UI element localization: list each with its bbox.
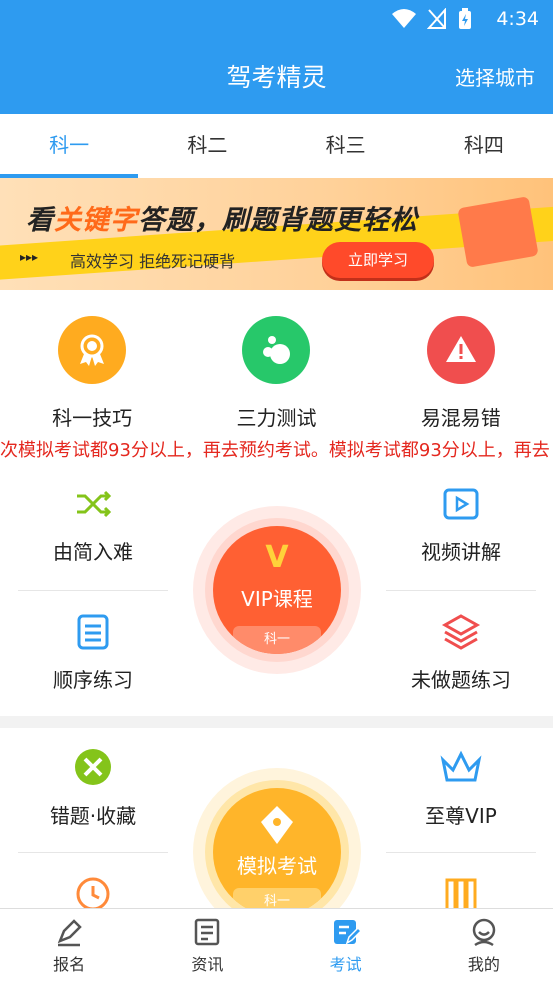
history-icon bbox=[76, 877, 110, 908]
practice-label: 视频讲解 bbox=[421, 540, 501, 564]
quick-item-three-ability[interactable]: 三力测试 bbox=[184, 290, 368, 436]
quick-item-confusing[interactable]: 易混易错 bbox=[369, 290, 553, 436]
tab-subject-2[interactable]: 科二 bbox=[138, 114, 276, 178]
crown-icon bbox=[440, 750, 482, 782]
quick-tools: 科一技巧 三力测试 易混易错 bbox=[0, 290, 553, 436]
banner-headline-prefix: 看 bbox=[26, 205, 54, 236]
nav-label: 资讯 bbox=[191, 955, 224, 974]
exam-panel: 错题·收藏 至尊VIP 模拟考试 科一 bbox=[0, 728, 553, 908]
nav-profile[interactable]: 我的 bbox=[415, 909, 553, 983]
battery-icon bbox=[459, 8, 471, 29]
bubbles-icon bbox=[242, 316, 311, 384]
wrong-and-favorites-button[interactable]: 错题·收藏 bbox=[18, 748, 168, 829]
status-bar: 4:34 bbox=[0, 0, 553, 38]
subject-tabs: 科一 科二 科三 科四 bbox=[0, 114, 553, 178]
select-city-button[interactable]: 选择城市 bbox=[455, 62, 535, 91]
exam-label: 至尊VIP bbox=[425, 804, 497, 828]
tab-subject-1[interactable]: 科一 bbox=[0, 114, 139, 178]
mock-core: 模拟考试 科一 bbox=[213, 788, 341, 908]
sequential-practice-button[interactable]: 顺序练习 bbox=[18, 612, 168, 693]
undone-practice-button[interactable]: 未做题练习 bbox=[386, 612, 536, 693]
divider bbox=[18, 590, 168, 591]
clock: 4:34 bbox=[496, 8, 539, 30]
history-button[interactable] bbox=[18, 874, 168, 908]
nav-label: 我的 bbox=[467, 955, 500, 974]
banner-tagline: 高效学习 拒绝死记硬背 bbox=[70, 252, 236, 271]
mock-exam-button[interactable]: 模拟考试 科一 bbox=[193, 768, 361, 908]
practice-label: 顺序练习 bbox=[53, 668, 133, 692]
nav-exam[interactable]: 考试 bbox=[277, 909, 415, 983]
quick-item-tips[interactable]: 科一技巧 bbox=[0, 290, 184, 436]
nav-label: 考试 bbox=[329, 955, 362, 974]
vip-ring: V VIP课程 科一 bbox=[205, 518, 349, 662]
book-illustration-icon bbox=[457, 196, 539, 268]
divider bbox=[18, 852, 168, 853]
practice-label: 由简入难 bbox=[53, 540, 133, 564]
quick-item-label: 易混易错 bbox=[420, 406, 501, 430]
mock-exam-subject: 科一 bbox=[233, 888, 321, 908]
video-icon bbox=[443, 488, 479, 520]
medal-icon bbox=[58, 316, 127, 384]
app-bar: 驾考精灵 选择城市 bbox=[0, 38, 553, 114]
close-circle-icon bbox=[75, 749, 111, 785]
notice-marquee: 次模拟考试都93分以上，再去预约考试。模拟考试都93分以上，再去 bbox=[0, 436, 553, 466]
vip-course-subject: 科一 bbox=[233, 626, 321, 654]
practice-label: 未做题练习 bbox=[411, 668, 511, 692]
banner-headline-highlight: 关键字 bbox=[54, 205, 138, 236]
bottom-navigation: 报名 资讯 考试 我的 bbox=[0, 908, 553, 983]
supreme-vip-button[interactable]: 至尊VIP bbox=[386, 748, 536, 829]
vip-course-title: VIP课程 bbox=[241, 587, 313, 611]
practice-panel: 由简入难 视频讲解 顺序练习 未做题练习 V VIP课程 科一 bbox=[0, 466, 553, 716]
divider bbox=[386, 590, 536, 591]
tab-subject-3[interactable]: 科三 bbox=[277, 114, 415, 178]
divider bbox=[386, 852, 536, 853]
banner-arrows-icon: ▸▸▸ bbox=[20, 250, 39, 264]
books-icon bbox=[445, 878, 477, 908]
status-icons bbox=[391, 8, 473, 30]
vip-core: V VIP课程 科一 bbox=[213, 526, 341, 654]
no-signal-icon bbox=[427, 8, 446, 29]
library-button[interactable] bbox=[386, 874, 536, 908]
mock-exam-title: 模拟考试 bbox=[237, 854, 317, 878]
layers-icon bbox=[441, 614, 481, 650]
quick-item-label: 三力测试 bbox=[236, 406, 317, 430]
easy-to-hard-button[interactable]: 由简入难 bbox=[18, 486, 168, 565]
profile-icon bbox=[472, 918, 496, 947]
vip-course-button[interactable]: V VIP课程 科一 bbox=[193, 506, 361, 674]
tab-subject-4[interactable]: 科四 bbox=[415, 114, 553, 178]
shuffle-icon bbox=[77, 490, 112, 518]
news-icon bbox=[195, 918, 220, 946]
banner-headline: 看关键字答题，刷题背题更轻松 bbox=[26, 198, 418, 237]
fountain-pen-icon bbox=[261, 806, 293, 844]
exam-label: 错题·收藏 bbox=[49, 804, 137, 828]
quick-item-label: 科一技巧 bbox=[52, 406, 133, 430]
wifi-icon bbox=[392, 9, 416, 28]
promo-banner[interactable]: 看关键字答题，刷题背题更轻松 ▸▸▸ 高效学习 拒绝死记硬背 立即学习 bbox=[0, 178, 553, 290]
warning-icon bbox=[426, 316, 495, 384]
nav-label: 报名 bbox=[53, 955, 86, 974]
video-lecture-button[interactable]: 视频讲解 bbox=[386, 486, 536, 565]
nav-register[interactable]: 报名 bbox=[0, 909, 138, 983]
exam-icon bbox=[333, 920, 361, 945]
banner-headline-rest: 答题，刷题背题更轻松 bbox=[138, 205, 418, 236]
vip-diamond-icon: V bbox=[265, 540, 289, 575]
start-learning-button[interactable]: 立即学习 bbox=[322, 242, 434, 278]
pen-icon bbox=[57, 919, 82, 947]
nav-news[interactable]: 资讯 bbox=[138, 909, 276, 983]
mock-ring: 模拟考试 科一 bbox=[205, 780, 349, 908]
clipboard-icon bbox=[77, 614, 109, 650]
